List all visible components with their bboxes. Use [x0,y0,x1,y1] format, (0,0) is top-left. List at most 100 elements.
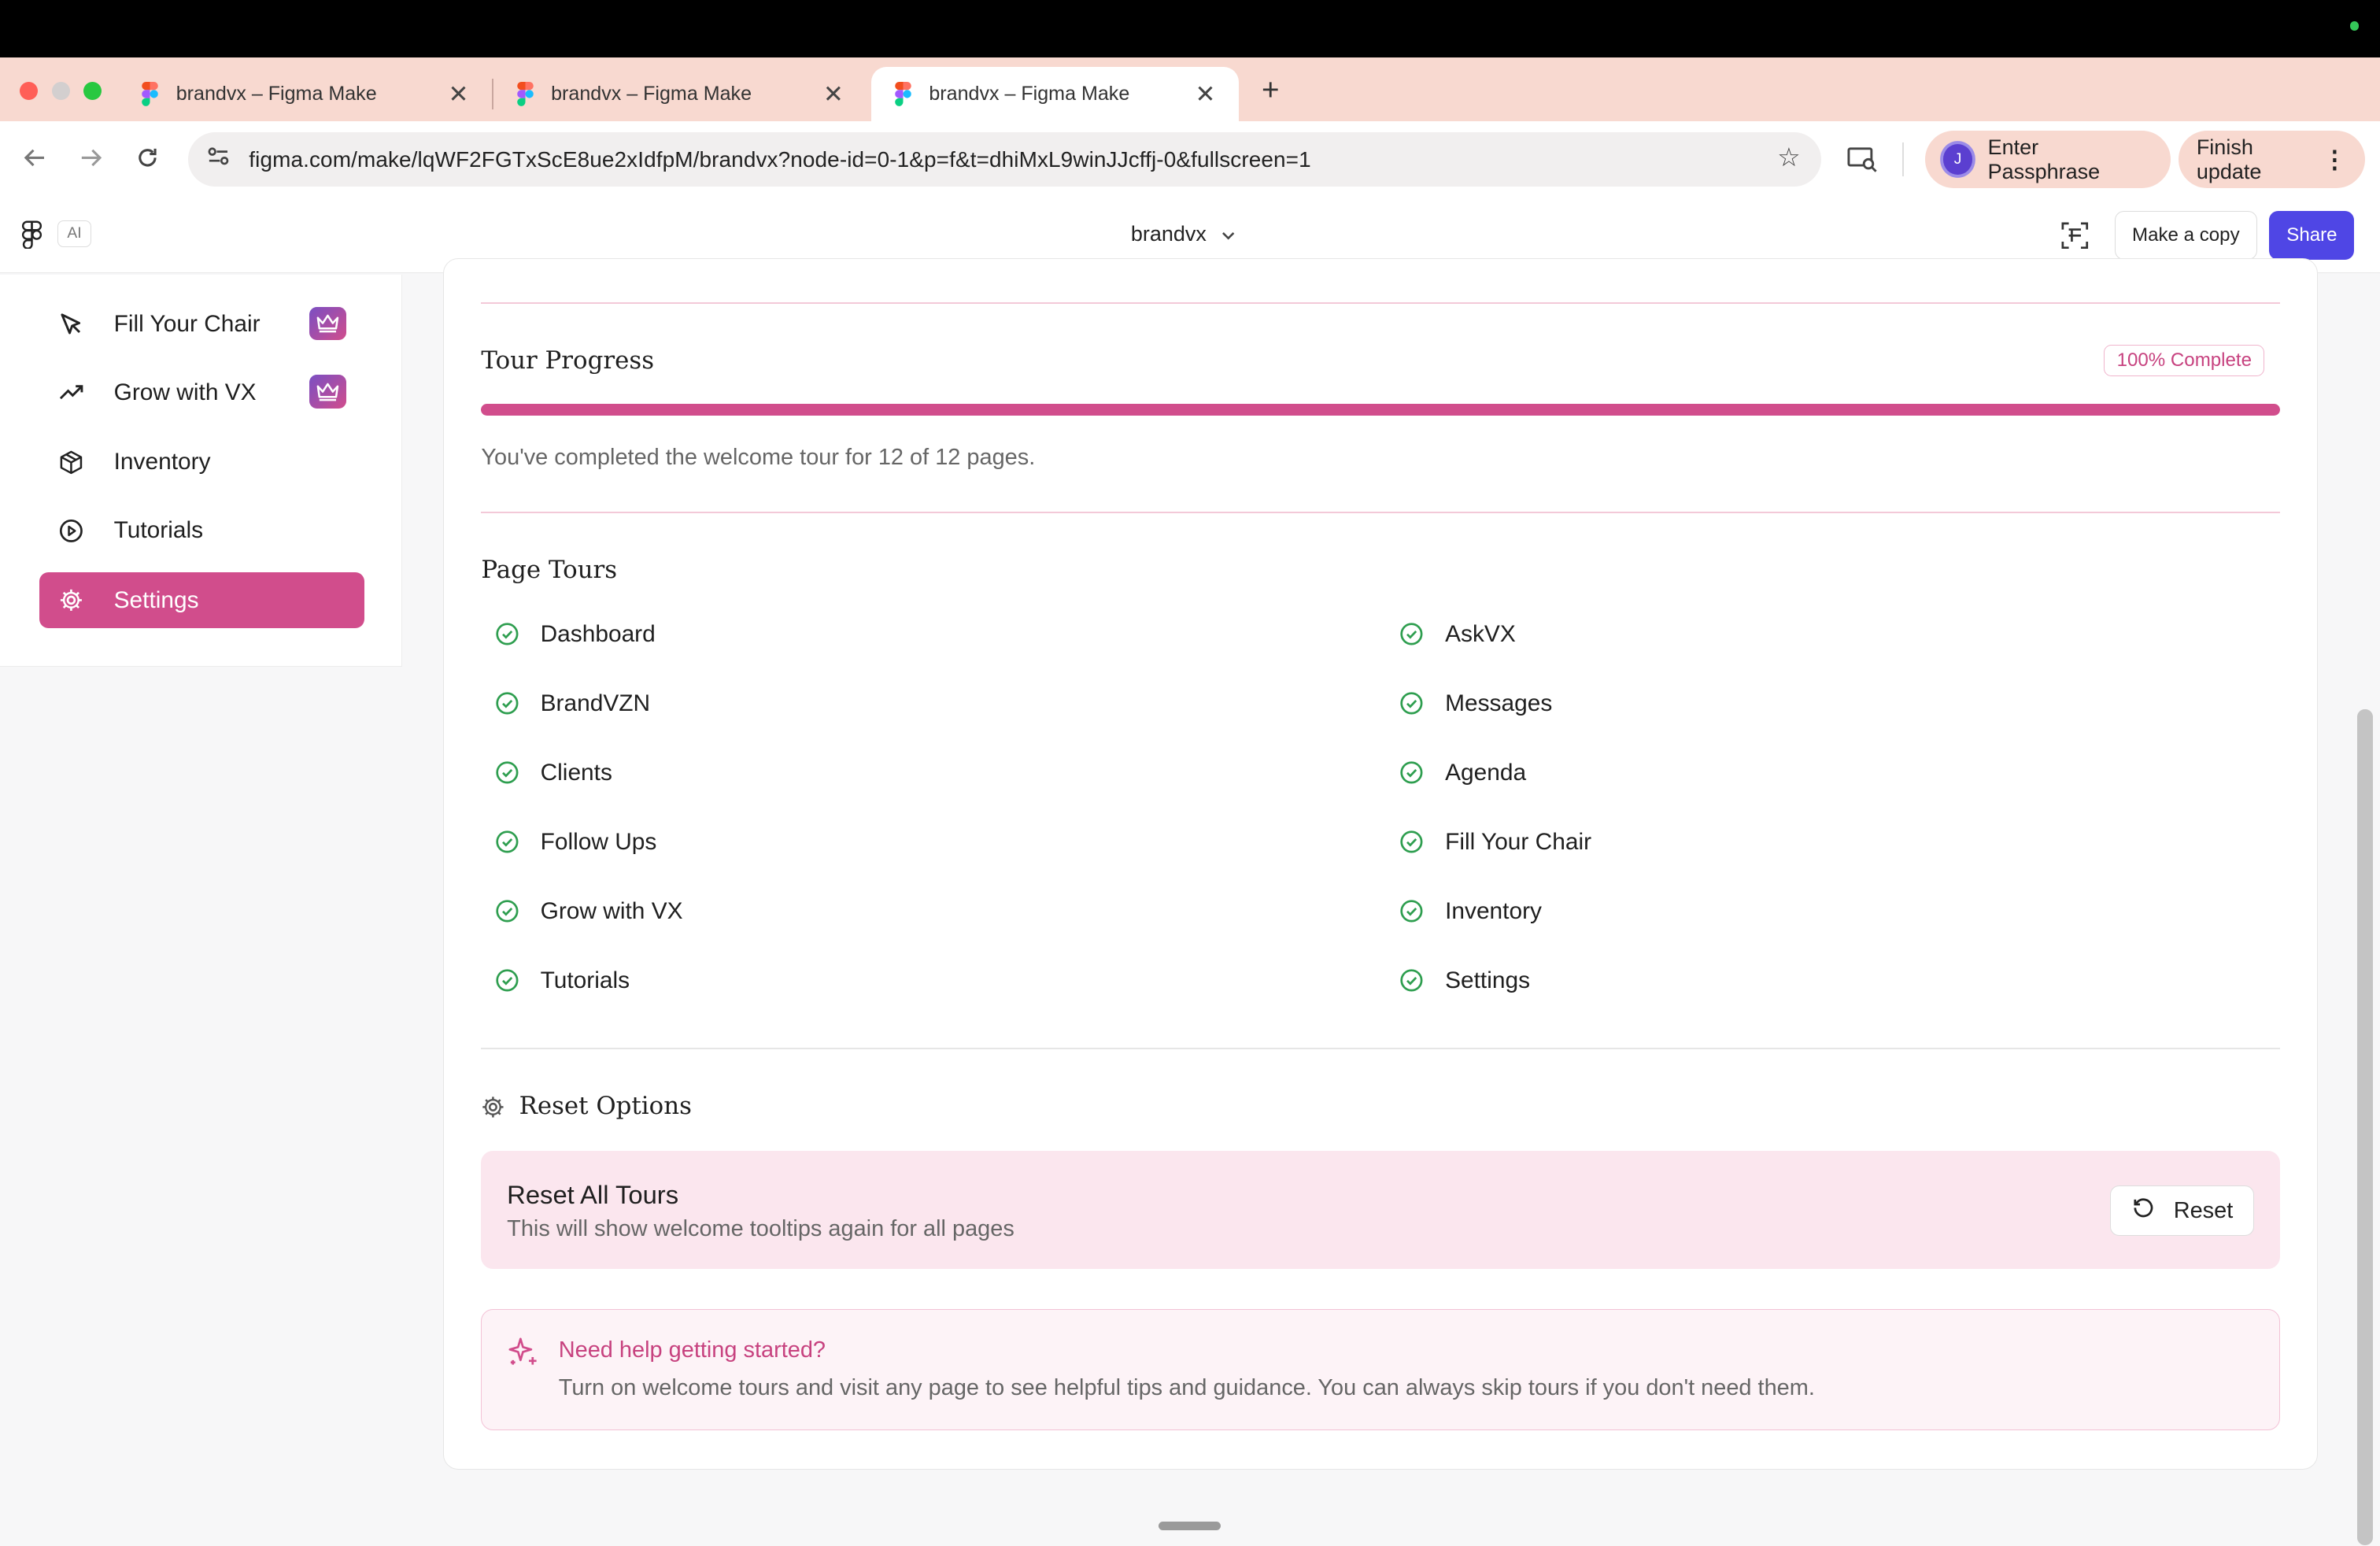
sidebar-item-inventory[interactable]: Inventory [39,435,364,490]
section-divider [481,511,2280,513]
check-circle-icon [1399,899,1424,923]
sidebar-item-settings[interactable]: Settings [39,572,364,629]
bookmark-star-icon[interactable]: ☆ [1777,142,1800,172]
more-vertical-icon[interactable]: ⋮ [2323,146,2347,174]
page-tour-item: Grow with VX [495,898,683,925]
reset-all-tours-desc: This will show welcome tooltips again fo… [507,1215,1014,1241]
status-badge: 100% Complete [2104,344,2265,377]
figma-icon [139,82,161,106]
rotate-ccw-icon [2131,1196,2156,1226]
check-circle-icon [495,968,519,993]
figma-logo-icon[interactable] [21,220,42,256]
reset-button[interactable]: Reset [2109,1185,2255,1236]
gear-icon [481,1095,505,1126]
tab-title: brandvx – Figma Make [929,83,1130,105]
page-tour-label: AskVX [1445,620,1516,647]
finish-update-button[interactable]: Finish update ⋮ [2178,130,2365,189]
reset-options-title: Reset Options [519,1091,692,1120]
reload-icon[interactable] [129,139,165,176]
page-tour-label: Tutorials [540,967,630,993]
page-tour-item: Inventory [1399,898,1542,925]
play-circle-icon [57,517,85,545]
back-arrow-icon[interactable] [17,139,53,176]
check-circle-icon [1399,968,1424,993]
url-text: figma.com/make/lqWF2FGTxScE8ue2xIdfpM/br… [249,146,1311,172]
sidebar-item-label: Settings [113,586,199,613]
tour-progress-title: Tour Progress [481,346,655,375]
page-tour-label: Grow with VX [540,897,683,924]
reset-all-tours-panel [481,1150,2280,1270]
close-tab-icon[interactable]: ✕ [446,80,471,109]
page-tour-label: Messages [1445,690,1553,716]
share-button[interactable]: Share [2269,211,2355,260]
forward-arrow-icon[interactable] [73,139,109,176]
page-tour-label: Follow Ups [540,828,657,855]
progress-fill [481,404,2280,416]
close-tab-icon[interactable]: ✕ [1193,80,1218,109]
profile-label: Enter Passphrase [1987,135,2101,183]
sidebar-item-fill-your-chair[interactable]: Fill Your Chair [39,296,364,352]
page-tour-label: Fill Your Chair [1445,828,1592,855]
sidebar-item-label: Inventory [113,449,211,475]
page-tour-label: Settings [1445,967,1531,993]
sidebar-item-grow-with-vx[interactable]: Grow with VX [39,364,364,420]
scrollbar-thumb[interactable] [2357,708,2373,1546]
status-dot [2349,21,2360,31]
minimize-window-button[interactable] [51,82,70,101]
check-circle-icon [495,830,519,854]
page-tour-label: Dashboard [540,620,656,647]
page-tour-item: Settings [1399,967,1530,994]
sidebar-item-label: Grow with VX [113,379,257,405]
address-bar[interactable]: figma.com/make/lqWF2FGTxScE8ue2xIdfpM/br… [188,131,1822,187]
browser-tab-1[interactable]: brandvx – Figma Make ✕ [118,67,491,121]
package-icon [57,449,85,476]
page-tour-label: Agenda [1445,759,1527,786]
ai-badge: AI [57,220,91,248]
browser-tab-3-active[interactable]: brandvx – Figma Make ✕ [871,66,1239,122]
gear-icon [57,586,85,614]
page-tour-item: BrandVZN [495,690,650,717]
page-tour-item: Fill Your Chair [1399,829,1591,856]
page-tour-item: Agenda [1399,760,1526,786]
check-circle-icon [495,622,519,646]
new-tab-button[interactable]: + [1254,73,1287,108]
check-circle-icon [1399,760,1424,785]
finish-update-label: Finish update [2196,135,2262,183]
sidebar-item-label: Tutorials [113,517,204,544]
chevron-down-icon [1221,222,1235,246]
check-circle-icon [495,760,519,785]
tour-progress-summary: You've completed the welcome tour for 12… [481,445,1036,471]
cast-search-icon[interactable] [1844,141,1880,177]
present-icon[interactable] [2060,220,2090,257]
page-tours-title: Page Tours [481,555,618,584]
drag-handle[interactable] [1158,1521,1221,1531]
cursor-icon [57,310,85,338]
settings-card [443,257,2319,1470]
trending-up-icon [57,379,85,406]
tab-title: brandvx – Figma Make [551,83,752,105]
help-text: Turn on welcome tours and visit any page… [558,1375,1815,1401]
close-tab-icon[interactable]: ✕ [821,80,845,109]
reset-button-label: Reset [2173,1197,2234,1223]
project-name-dropdown[interactable]: brandvx [1131,222,1236,246]
profile-chip[interactable]: J Enter Passphrase [1924,130,2171,189]
browser-tab-2[interactable]: brandvx – Figma Make ✕ [493,67,867,121]
page-tour-item: Tutorials [495,967,630,994]
avatar: J [1942,144,1973,175]
check-circle-icon [1399,691,1424,716]
page-tour-label: Clients [540,759,612,786]
page-tour-item: Messages [1399,690,1552,717]
crown-icon [309,306,346,341]
system-menubar [0,0,2380,58]
site-settings-icon[interactable] [206,144,231,175]
make-a-copy-button[interactable]: Make a copy [2114,211,2257,260]
tour-progress-bar [481,404,2280,416]
sidebar-item-tutorials[interactable]: Tutorials [39,502,364,558]
crown-icon [309,375,346,409]
sidebar-item-label: Fill Your Chair [113,310,261,337]
page-tour-item: Dashboard [495,621,656,648]
reset-all-tours-title: Reset All Tours [507,1179,679,1209]
figma-icon [893,82,914,106]
toolbar-divider [1901,142,1904,176]
page-tour-label: Inventory [1445,897,1542,924]
